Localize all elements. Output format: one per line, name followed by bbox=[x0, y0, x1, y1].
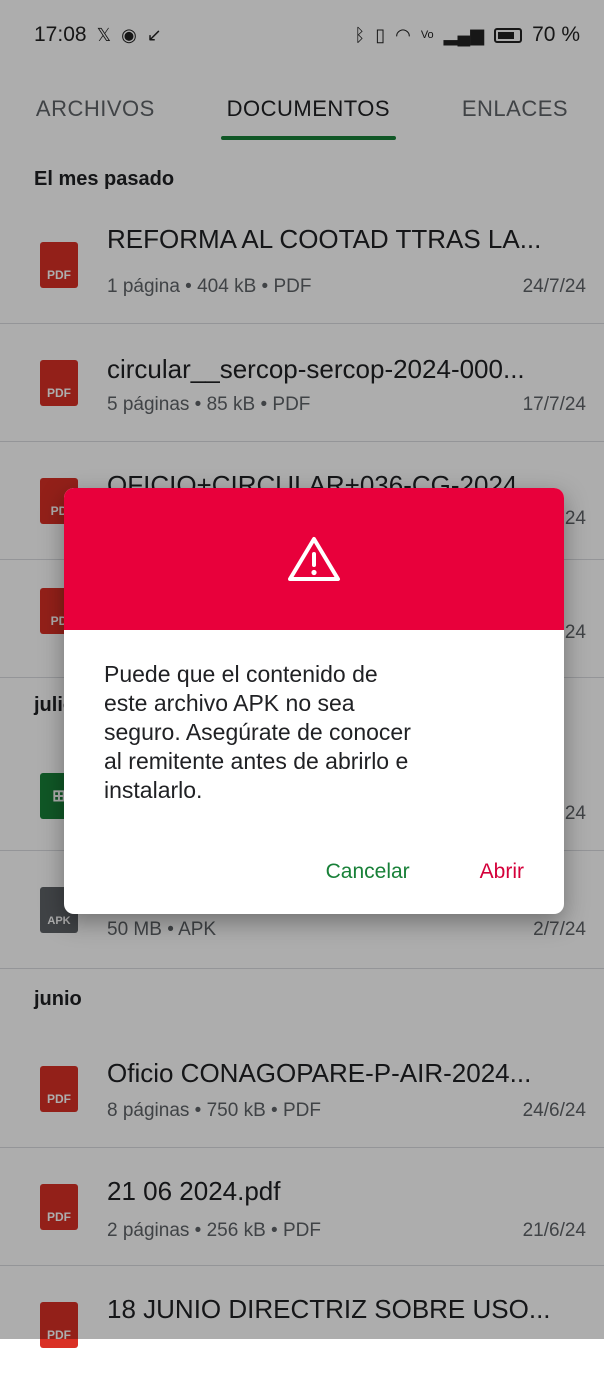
dialog-message: Puede que el contenido de este archivo A… bbox=[64, 630, 564, 805]
cancel-button[interactable]: Cancelar bbox=[326, 860, 410, 884]
dialog-message-line: Puede que el contenido de bbox=[104, 661, 378, 687]
dialog-message-line: al remitente antes de abrirlo e bbox=[104, 748, 409, 774]
dialog-actions: Cancelar Abrir bbox=[326, 860, 524, 884]
dialog-header bbox=[64, 488, 564, 630]
apk-warning-dialog: Puede que el contenido de este archivo A… bbox=[64, 488, 564, 914]
dialog-message-line: seguro. Asegúrate de conocer bbox=[104, 719, 411, 745]
open-button[interactable]: Abrir bbox=[480, 860, 524, 884]
dialog-message-line: este archivo APK no sea bbox=[104, 690, 355, 716]
dialog-message-line: instalarlo. bbox=[104, 777, 203, 803]
warning-icon bbox=[288, 537, 340, 581]
